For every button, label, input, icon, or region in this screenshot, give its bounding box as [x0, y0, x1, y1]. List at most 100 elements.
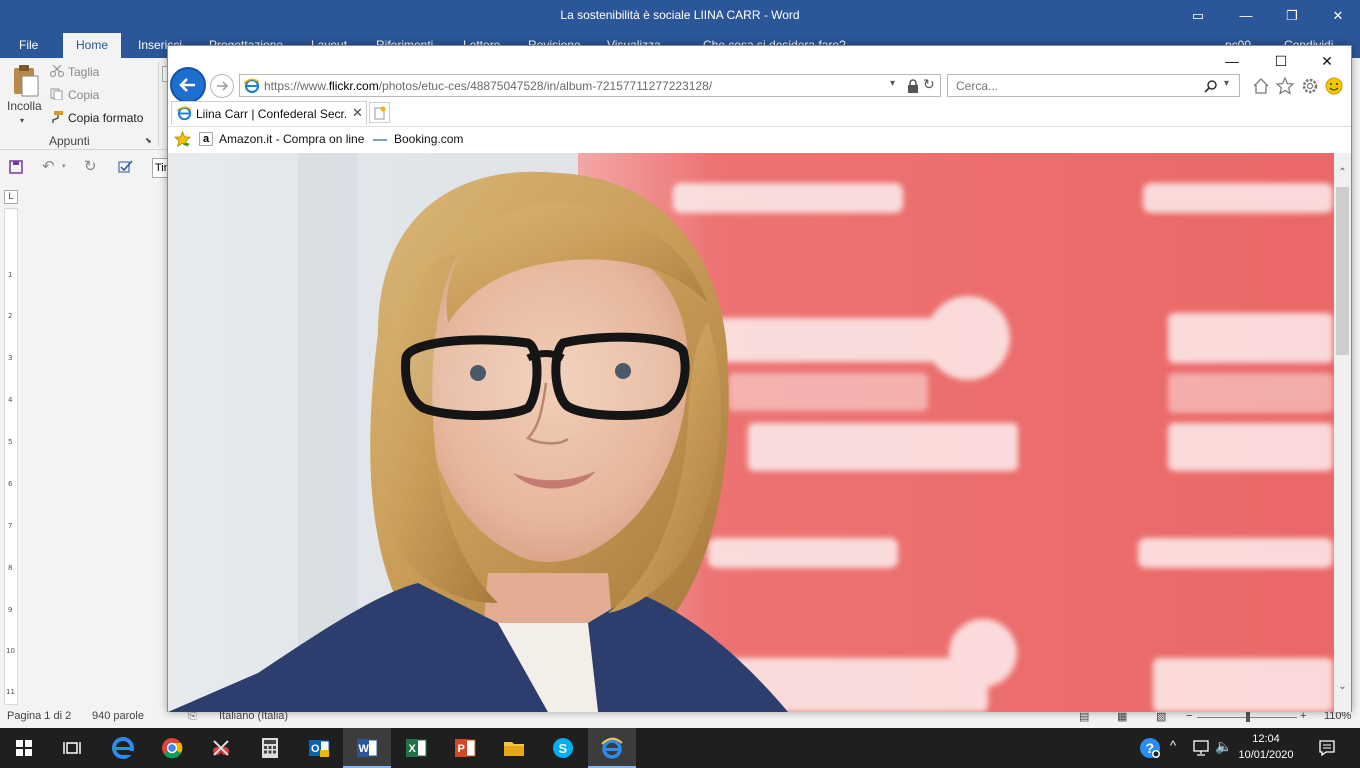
favorites-bar: a Amazon.it - Compra on line Booking.com [168, 126, 1351, 152]
tab-close-icon[interactable]: ✕ [352, 105, 363, 121]
ie-maximize-icon[interactable]: ☐ [1271, 52, 1291, 70]
paste-button[interactable]: Incolla [7, 99, 42, 113]
volume-icon[interactable]: 🔈 [1215, 738, 1232, 755]
vertical-scrollbar[interactable]: ⌃ ⌄ [1334, 153, 1351, 712]
taskbar-powerpoint[interactable]: P [441, 728, 489, 768]
taskbar-snipping[interactable] [197, 728, 245, 768]
tab-ie-icon [177, 106, 192, 121]
scissors-icon [50, 65, 64, 77]
fav-amazon[interactable]: Amazon.it - Compra on line [219, 132, 364, 146]
page-count[interactable]: Pagina 1 di 2 [7, 710, 71, 722]
search-icon[interactable] [1204, 79, 1218, 93]
clock[interactable]: 12:04 10/01/2020 [1235, 731, 1297, 763]
tab-home[interactable]: Home [63, 33, 122, 58]
taskbar-skype[interactable]: S [539, 728, 587, 768]
taskbar-excel[interactable]: X [392, 728, 440, 768]
browser-tab[interactable]: Liina Carr | Confederal Secr... ✕ [171, 101, 367, 125]
home-icon[interactable] [1251, 76, 1271, 96]
clipboard-group-label: Appunti [49, 134, 90, 148]
ruler-number: 4 [8, 396, 13, 404]
action-center-icon[interactable] [1318, 739, 1336, 757]
minimize-icon[interactable]: — [1236, 6, 1256, 26]
customize-icon[interactable] [118, 159, 134, 175]
search-box[interactable]: ▾ [947, 74, 1240, 97]
excel-icon: X [406, 739, 427, 757]
favorites-add-icon[interactable] [174, 131, 191, 148]
refresh-icon[interactable]: ↻ [923, 76, 935, 93]
clock-date: 10/01/2020 [1238, 749, 1294, 761]
ruler-number: 5 [8, 438, 13, 446]
new-tab-button[interactable] [369, 102, 390, 123]
url-path: /photos/etuc-ces/48875047528/in/album-72… [378, 79, 713, 93]
tab-stop-selector[interactable]: L [4, 190, 18, 204]
taskbar-outlook[interactable]: O [295, 728, 343, 768]
zoom-slider-thumb[interactable] [1246, 712, 1250, 722]
smiley-feedback-icon[interactable] [1324, 76, 1344, 96]
tray-chevron-icon[interactable]: ^ [1170, 738, 1176, 753]
network-icon[interactable] [1192, 740, 1210, 756]
undo-icon[interactable]: ↶ [42, 157, 55, 175]
word-icon: W [357, 739, 378, 757]
taskbar-calculator[interactable] [246, 728, 294, 768]
internet-explorer-icon [601, 737, 623, 759]
lock-icon[interactable] [907, 79, 919, 93]
taskbar-file-explorer[interactable] [490, 728, 538, 768]
favorites-star-icon[interactable] [1275, 76, 1295, 96]
restore-icon[interactable]: ❐ [1282, 6, 1302, 26]
url-text[interactable]: https://www.flickr.com/photos/etuc-ces/4… [264, 79, 712, 93]
skype-icon: S [553, 738, 573, 758]
search-dropdown-icon[interactable]: ▾ [1224, 78, 1229, 89]
paste-dropdown-icon[interactable]: ▾ [20, 116, 24, 125]
vertical-ruler[interactable]: 1 2 3 4 5 6 7 8 9 10 11 [4, 208, 18, 705]
svg-text:O: O [311, 743, 320, 755]
address-dropdown-icon[interactable]: ▾ [890, 78, 895, 89]
ruler-number: 8 [8, 564, 13, 572]
address-bar[interactable]: https://www.flickr.com/photos/etuc-ces/4… [239, 74, 941, 97]
word-count[interactable]: 940 parole [92, 710, 144, 722]
ie-minimize-icon[interactable]: — [1222, 52, 1242, 70]
fav-booking[interactable]: Booking.com [394, 132, 463, 146]
tab-file[interactable]: File [19, 38, 38, 52]
ie-close-icon[interactable]: ✕ [1317, 52, 1337, 70]
clipboard-launcher-icon[interactable]: ⬊ [145, 136, 152, 145]
save-icon[interactable] [9, 160, 23, 174]
scroll-up-icon[interactable]: ⌃ [1336, 167, 1349, 178]
search-input[interactable] [956, 79, 1196, 93]
redo-icon[interactable]: ↻ [84, 157, 97, 175]
calculator-icon [262, 738, 278, 758]
forward-button[interactable] [210, 74, 234, 98]
close-icon[interactable]: ✕ [1328, 6, 1348, 26]
format-painter-button[interactable]: Copia formato [68, 111, 143, 125]
ie-window: — ☐ ✕ https://www.flickr.com/photos/etuc… [167, 45, 1352, 712]
ruler-number: 7 [8, 522, 13, 530]
task-view-button[interactable] [48, 728, 96, 768]
url-prefix: https://www. [264, 79, 329, 93]
taskbar-chrome[interactable] [148, 728, 196, 768]
copy-button[interactable]: Copia [68, 88, 99, 102]
powerpoint-icon: P [455, 739, 476, 757]
help-icon[interactable]: ? [1139, 737, 1161, 759]
task-view-icon [63, 742, 81, 754]
taskbar-internet-explorer[interactable] [588, 728, 636, 768]
back-button[interactable] [170, 67, 206, 103]
new-tab-icon [374, 106, 386, 120]
cut-button[interactable]: Taglia [68, 65, 99, 79]
svg-text:S: S [559, 741, 568, 756]
taskbar-word[interactable]: W [343, 728, 391, 768]
page-content[interactable] [168, 153, 1334, 712]
svg-text:P: P [458, 743, 465, 755]
undo-dropdown-icon[interactable]: ▾ [62, 162, 66, 170]
paste-icon[interactable] [12, 64, 40, 98]
start-button[interactable] [0, 728, 48, 768]
scroll-thumb[interactable] [1336, 187, 1349, 355]
portrait-photo [168, 153, 1334, 712]
snipping-tool-icon [213, 740, 229, 756]
taskbar-edge[interactable] [99, 728, 147, 768]
gear-icon[interactable] [1300, 76, 1320, 96]
tab-title: Liina Carr | Confederal Secr... [196, 107, 346, 121]
format-painter-icon [52, 111, 63, 123]
font-box[interactable]: Tin [152, 158, 168, 178]
scroll-down-icon[interactable]: ⌄ [1336, 681, 1349, 692]
back-arrow-icon [179, 78, 195, 92]
ribbon-display-icon[interactable]: ▭ [1188, 6, 1208, 26]
